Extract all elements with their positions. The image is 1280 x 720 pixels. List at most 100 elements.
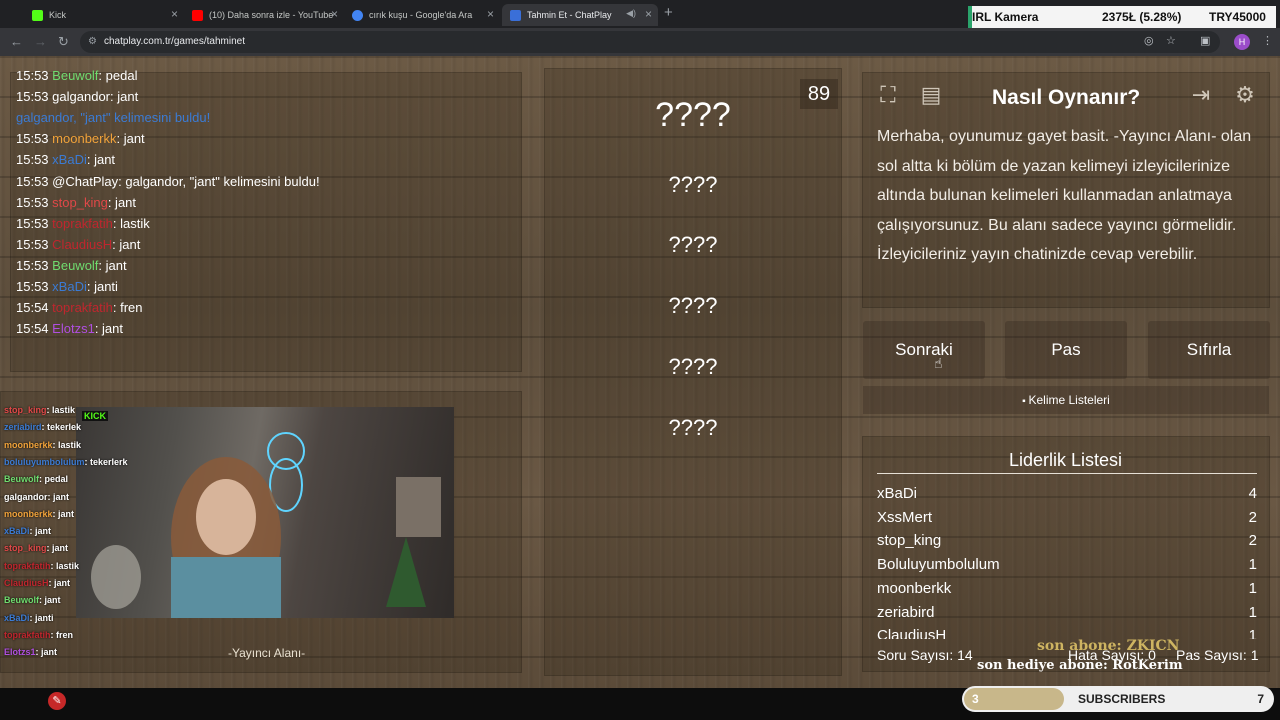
speaker-icon[interactable]: ◀) [626,8,636,19]
hidden-word: ???? [655,96,731,134]
tab-title: cırık kuşu - Google'da Ara [369,10,473,20]
reset-button[interactable]: Sıfırla [1148,321,1270,379]
overlay-chat-message: moonberkk: jant [4,509,74,519]
overlay-chat-message: xBaDi: janti [4,613,54,623]
overlay-chat-message: boluluyumbolulum: tekerlerk [4,457,128,467]
chat-text: : jant [107,195,137,210]
streamer-face [196,479,256,555]
address-bar[interactable]: ⚙ chatplay.com.tr/games/tahminet [80,31,1220,53]
cursor-icon: ☝ [934,355,943,371]
chat-user: galgandor [52,89,110,104]
question-count: Soru Sayısı: 14 [877,647,973,663]
notes-icon[interactable]: ▤ [916,80,946,110]
guitar [91,545,141,609]
christmas-tree [386,537,426,607]
tab-kick[interactable]: Kick × [24,4,184,26]
tab-youtube[interactable]: (10) Daha sonra izle - YouTube × [184,4,344,26]
chat-text: : galgandor, "jant" kelimesini buldu! [118,174,320,189]
extensions-icon[interactable]: ▣ [1200,34,1210,47]
chat-text: : jant [86,152,116,167]
leaderboard-row: xBaDi 4 [877,485,1257,502]
leaderboard-name: ClaudiusH [877,627,947,640]
price-ticker: IRL Kamera 2375Ł (5.28%) TRY45000 [968,6,1276,28]
leaderboard-title: Liderlik Listesi [1009,450,1123,470]
bookmark-star-icon[interactable]: ☆ [1166,34,1176,47]
overlay-chat-text: : pedal [39,474,69,485]
chat-text: : fren [112,300,143,315]
how-to-play-title: Nasıl Oynanır? [992,86,1141,109]
gear-icon[interactable]: ⚙ [1230,80,1260,110]
overlay-chat-user: toprakfatih [4,629,51,640]
tab-title: Tahmin Et - ChatPlay [527,10,612,20]
overlay-chat-user: zeriabird [4,422,42,433]
leaderboard-name: XssMert [877,508,933,526]
webcam-scene [91,432,441,618]
ticker-label: IRL Kamera [972,10,1039,24]
chat-user: Beuwolf [52,68,99,83]
profile-avatar[interactable]: H [1234,34,1250,50]
overlay-chat-user: xBaDi [4,526,30,537]
leaderboard-row: stop_king 2 [877,532,1257,549]
overlay-chat-text: : tekerlerk [84,456,128,467]
leaderboard-score: 2 [1248,508,1257,526]
tab-google[interactable]: cırık kuşu - Google'da Ara × [344,4,500,26]
chat-user: stop_king [52,195,108,210]
chat-user: Elotzs1 [52,321,95,336]
countdown-timer: 89 [800,79,838,109]
overlay-chat-message: moonberkk: lastik [4,440,81,450]
overlay-chat-message: stop_king: lastik [4,405,75,415]
back-icon[interactable]: ← [10,34,23,49]
sub-goal: 7 [1257,692,1264,706]
close-icon[interactable]: × [487,7,494,21]
leaderboard-score: 1 [1248,627,1257,640]
new-tab-icon[interactable]: + [664,4,673,21]
reload-icon[interactable]: ↻ [58,34,69,50]
subscriber-progress [964,688,1064,710]
overlay-chat-text: : jant [35,647,58,658]
overlay-chat-text: : janti [29,612,54,623]
next-button[interactable]: Sonraki [863,321,985,379]
fullscreen-icon[interactable]: ⛶ [873,80,903,110]
ticker-currency: TRY45000 [1209,10,1266,24]
menu-icon[interactable]: ⋮ [1262,34,1273,47]
close-icon[interactable]: × [331,7,338,21]
overlay-chat-message: toprakfatih: fren [4,630,73,640]
streamer-shirt [171,557,281,618]
close-icon[interactable]: × [645,7,652,21]
chat-message: 15:53 xBaDi: jant [16,152,115,167]
leaderboard-score: 2 [1248,532,1257,550]
close-icon[interactable]: × [171,7,178,21]
forward-icon[interactable]: → [34,34,47,49]
ticker-price: 2375Ł (5.28%) [1102,10,1182,24]
leaderboard-name: zeriabird [877,603,935,621]
tab-chatplay[interactable]: Tahmin Et - ChatPlay ◀) × [502,4,658,26]
site-info-icon[interactable]: ⚙ [88,36,97,47]
chat-time: 15:53 [16,237,49,252]
overlay-chat-message: Beuwolf: pedal [4,474,68,484]
chat-time: 15:53 [16,174,49,189]
leaderboard-score: 1 [1248,556,1257,574]
eye-off-icon[interactable]: ◎ [1144,34,1154,47]
streamer-area-label: -Yayıncı Alanı- [228,646,306,660]
exit-icon[interactable]: ⇥ [1186,80,1216,110]
chat-time: 15:54 [16,300,49,315]
overlay-chat-user: xBaDi [4,612,30,623]
chat-user: moonberkk [52,131,117,146]
overlay-chat-text: : jant [29,526,52,537]
chat-message: 15:53 xBaDi: janti [16,279,118,294]
chat-text: : jant [116,131,145,146]
pass-button[interactable]: Pas [1005,321,1127,379]
chat-user: toprakfatih [52,300,113,315]
word-lists-button[interactable]: ▪ Kelime Listeleri [863,386,1269,414]
hidden-word: ???? [668,232,718,257]
chat-text: : lastik [112,216,150,231]
chat-message: 15:54 toprakfatih: fren [16,300,143,315]
chat-user: Beuwolf [52,258,99,273]
how-to-play-text: Merhaba, oyunumuz gayet basit. -Yayıncı … [877,128,1252,264]
tab-title: Kick [49,10,67,20]
chat-time: 15:53 [16,68,49,83]
overlay-chat-user: stop_king [4,405,47,415]
chat-time: 15:54 [16,321,49,336]
hidden-word: ???? [668,354,718,379]
overlay-chat-message: galgandor: jant [4,492,69,502]
